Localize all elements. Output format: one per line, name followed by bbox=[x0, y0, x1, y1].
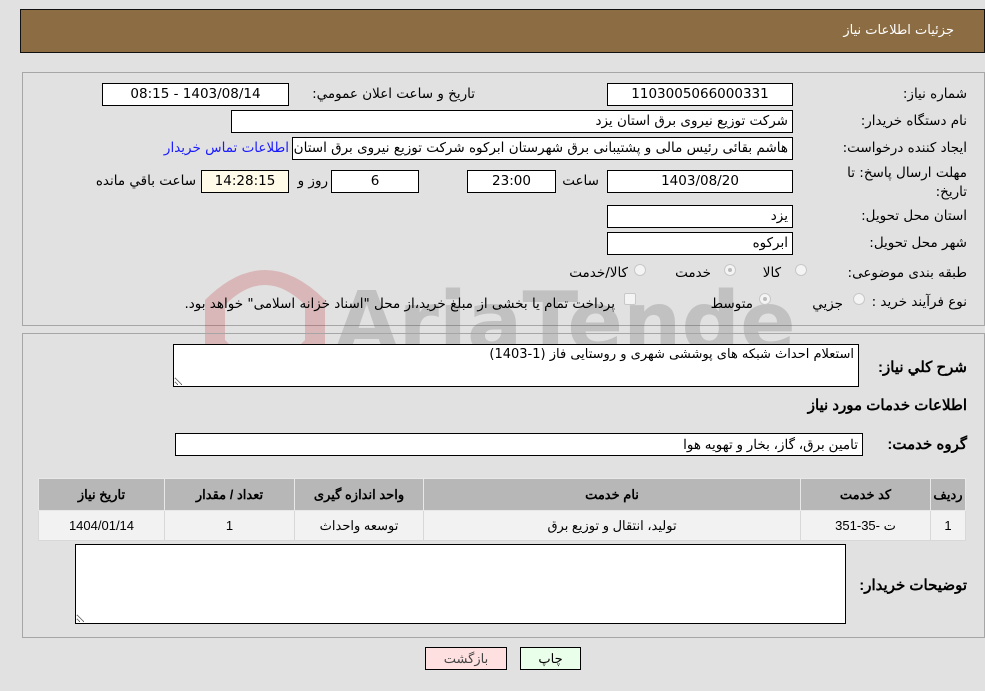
category-label: طبقه بندی موضوعی: bbox=[847, 265, 967, 281]
treasury-note: پرداخت تمام يا بخشی از مبلغ خريد،از محل … bbox=[184, 296, 615, 312]
buyer-contact-link[interactable]: اطلاعات تماس خريدار bbox=[164, 140, 289, 156]
process-option-minor: جزيي bbox=[812, 296, 843, 312]
category-option-service: خدمت bbox=[675, 265, 711, 281]
print-button[interactable]: چاپ bbox=[520, 647, 581, 670]
page-title: جزئیات اطلاعات نیاز bbox=[843, 23, 954, 38]
description-field[interactable]: استعلام احداث شبکه های پوششی شهری و روست… bbox=[173, 344, 859, 387]
services-table: رديف کد خدمت نام خدمت واحد اندازه گيری ت… bbox=[38, 478, 966, 541]
table-row: 1 ت -35-351 تولید، انتقال و توزیع برق تو… bbox=[38, 510, 966, 541]
cell-service-name: تولید، انتقال و توزیع برق bbox=[423, 510, 801, 541]
buyer-notes-label: توضيحات خريدار: bbox=[859, 577, 967, 594]
description-label: شرح كلي نياز: bbox=[878, 359, 967, 376]
need-number-field[interactable]: 1103005066000331 bbox=[607, 83, 793, 106]
services-table-header: رديف کد خدمت نام خدمت واحد اندازه گيری ت… bbox=[38, 478, 966, 511]
need-number-label: شماره نیاز: bbox=[902, 86, 967, 102]
remaining-time-field: 14:28:15 bbox=[201, 170, 289, 193]
announce-datetime-field[interactable]: 1403/08/14 - 08:15 bbox=[102, 83, 289, 106]
buyer-org-label: نام دستگاه خريدار: bbox=[860, 113, 967, 129]
back-button[interactable]: بازگشت bbox=[425, 647, 507, 670]
buyer-notes-field[interactable] bbox=[75, 544, 846, 624]
delivery-province-field[interactable]: یزد bbox=[607, 205, 793, 228]
col-need-date: تاريخ نياز bbox=[38, 478, 165, 511]
category-option-goods-service: کالا/خدمت bbox=[569, 265, 628, 281]
purchase-process-label: نوع فرآيند خريد : bbox=[871, 294, 967, 310]
remaining-days-field[interactable]: 6 bbox=[331, 170, 419, 193]
deadline-label: مهلت ارسال پاسخ: تا تاريخ: bbox=[847, 165, 967, 200]
process-radio-minor[interactable] bbox=[853, 293, 865, 305]
service-group-label: گروه خدمت: bbox=[887, 436, 967, 453]
requester-field[interactable]: هاشم بقائی رئیس مالی و پشتیبانی برق شهرس… bbox=[292, 137, 793, 160]
announce-datetime-label: تاريخ و ساعت اعلان عمومي: bbox=[312, 86, 475, 102]
col-service-code: کد خدمت bbox=[800, 478, 931, 511]
deadline-time-field[interactable]: 23:00 bbox=[467, 170, 556, 193]
treasury-checkbox[interactable] bbox=[624, 293, 636, 305]
cell-quantity: 1 bbox=[164, 510, 295, 541]
category-radio-service[interactable] bbox=[724, 264, 736, 276]
remaining-time-label: ساعت باقي مانده bbox=[95, 173, 196, 189]
cell-need-date: 1404/01/14 bbox=[38, 510, 165, 541]
col-row-number: رديف bbox=[930, 478, 966, 511]
cell-row-number: 1 bbox=[930, 510, 966, 541]
page-header: جزئیات اطلاعات نیاز bbox=[20, 9, 985, 53]
services-section-title: اطلاعات خدمات مورد نياز bbox=[807, 397, 967, 414]
buyer-org-field[interactable]: شرکت توزیع نیروی برق استان یزد bbox=[231, 110, 793, 133]
process-option-medium: متوسط bbox=[710, 296, 753, 312]
service-group-field[interactable]: تامین برق، گاز، بخار و تهویه هوا bbox=[175, 433, 863, 456]
delivery-city-field[interactable]: ابرکوه bbox=[607, 232, 793, 255]
cell-service-code: ت -35-351 bbox=[800, 510, 931, 541]
delivery-city-label: شهر محل تحويل: bbox=[869, 235, 967, 251]
days-label: روز و bbox=[297, 173, 328, 189]
col-unit: واحد اندازه گيری bbox=[294, 478, 424, 511]
category-radio-goods-service[interactable] bbox=[634, 264, 646, 276]
process-radio-medium[interactable] bbox=[759, 293, 771, 305]
cell-unit: توسعه واحداث bbox=[294, 510, 424, 541]
deadline-time-label: ساعت bbox=[562, 173, 599, 189]
deadline-date-field[interactable]: 1403/08/20 bbox=[607, 170, 793, 193]
col-quantity: تعداد / مقدار bbox=[164, 478, 295, 511]
col-service-name: نام خدمت bbox=[423, 478, 801, 511]
category-option-goods: کالا bbox=[762, 265, 781, 281]
category-radio-goods[interactable] bbox=[795, 264, 807, 276]
delivery-province-label: استان محل تحويل: bbox=[861, 208, 967, 224]
requester-label: ايجاد کننده درخواست: bbox=[842, 140, 967, 156]
